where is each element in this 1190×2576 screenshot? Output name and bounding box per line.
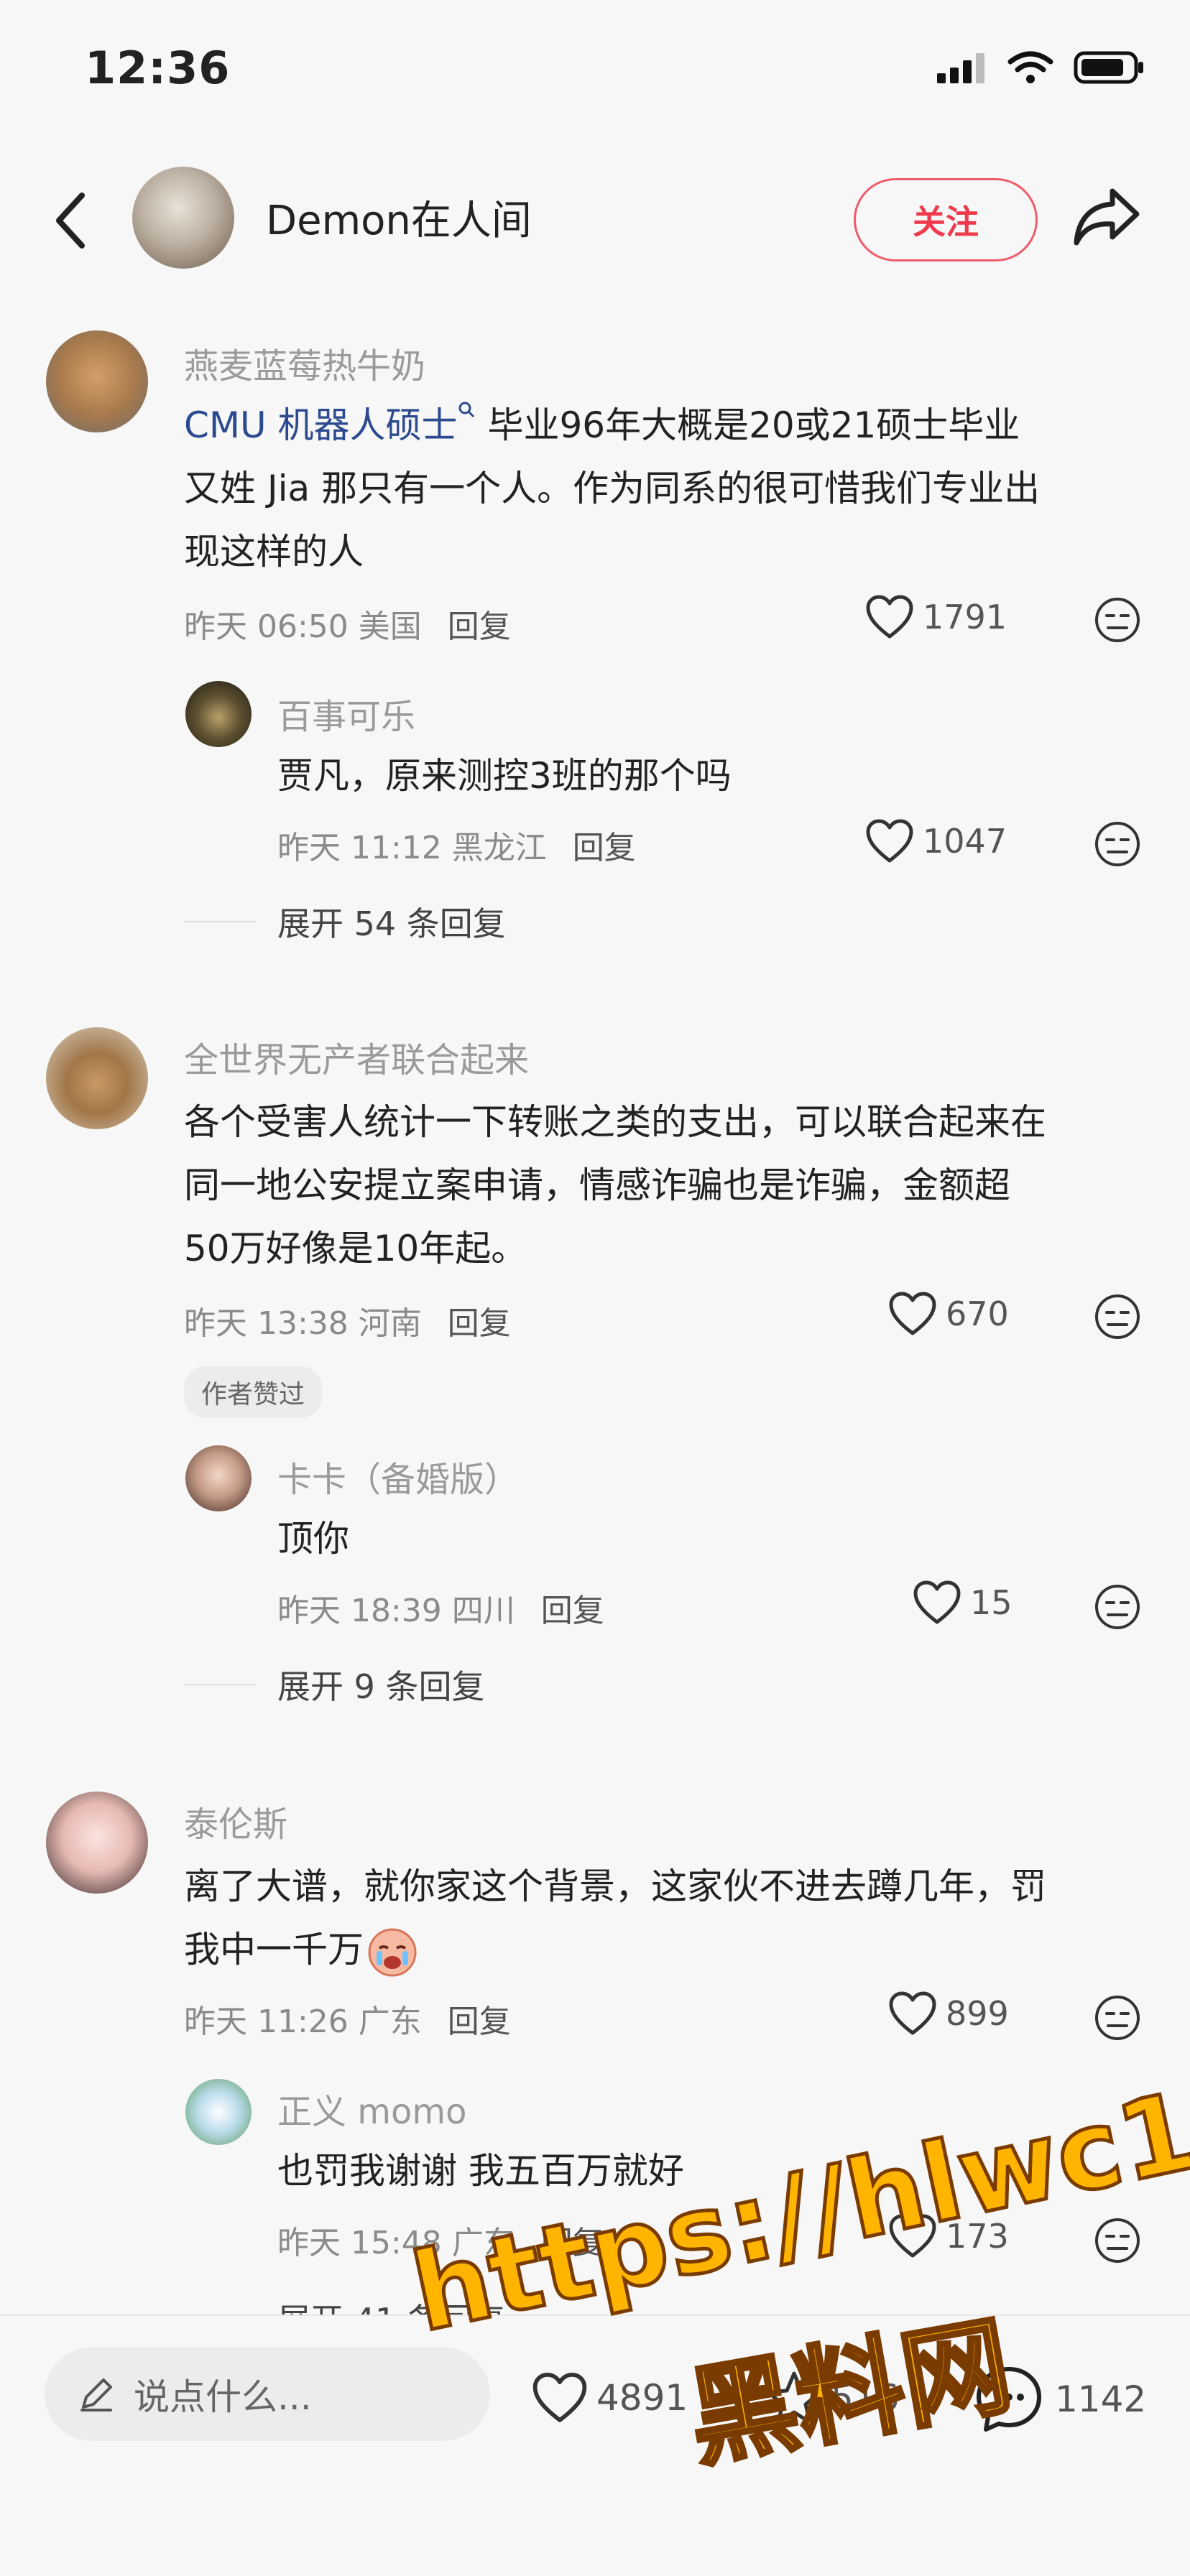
- comment-time: 昨天 06:50 美国: [184, 608, 422, 645]
- wifi-icon: [1007, 51, 1053, 83]
- comment-meta: 昨天 11:26 广东 回复: [184, 1996, 511, 2042]
- comment-time: 昨天 11:26 广东: [184, 2003, 422, 2040]
- comment-text-line: 我中一千万: [184, 1918, 418, 1981]
- like-count: 670: [946, 1294, 1009, 1333]
- comment-input-placeholder: 说点什么...: [134, 2376, 312, 2418]
- status-time: 12:36: [85, 42, 231, 94]
- commenter-name[interactable]: 泰伦斯: [184, 1796, 287, 1846]
- like-count: 15: [970, 1583, 1013, 1622]
- like-count: 1791: [923, 598, 1007, 636]
- heart-icon: [532, 2373, 587, 2422]
- like-button[interactable]: 899: [888, 1991, 1009, 2036]
- crying-emoji-icon: [368, 1928, 417, 1976]
- commenter-avatar[interactable]: [46, 1027, 148, 1129]
- divider-line: [184, 921, 256, 922]
- comment-text-line: 现这样的人: [184, 531, 364, 573]
- dislike-face-icon[interactable]: [1094, 1293, 1141, 1340]
- commenter-name[interactable]: 燕麦蓝莓热牛奶: [184, 338, 425, 388]
- dislike-face-icon[interactable]: [1094, 1994, 1141, 2042]
- comment-meta: 昨天 13:38 河南 回复: [184, 1297, 511, 1343]
- reply-text: 顶你: [277, 1518, 349, 1560]
- post-like-button[interactable]: 4891: [532, 2372, 688, 2424]
- author-name[interactable]: Demon在人间: [266, 188, 532, 246]
- like-button[interactable]: 670: [888, 1292, 1009, 1336]
- heart-icon: [913, 1580, 961, 1624]
- follow-button[interactable]: 关注: [854, 178, 1038, 261]
- dislike-face-icon[interactable]: [1094, 596, 1141, 644]
- heart-icon: [866, 595, 913, 639]
- commenter-avatar[interactable]: [46, 330, 148, 432]
- heart-icon: [889, 1991, 936, 2035]
- comment-text-part: 我中一千万: [184, 1929, 364, 1970]
- comment-link[interactable]: CMU 机器人硕士: [184, 404, 458, 446]
- reply-button[interactable]: 回复: [573, 830, 636, 866]
- search-icon: [458, 402, 474, 418]
- dislike-face-icon[interactable]: [1094, 820, 1141, 868]
- share-icon[interactable]: [1071, 181, 1143, 253]
- comment-text-line: 同一地公安提立案申请，情感诈骗也是诈骗，金额超: [184, 1164, 1010, 1206]
- commenter-name[interactable]: 全世界无产者联合起来: [184, 1032, 529, 1082]
- reply-meta: 昨天 18:39 四川 回复: [277, 1585, 604, 1631]
- reply-text: 贾凡，原来测控3班的那个吗: [277, 755, 732, 797]
- reply-avatar[interactable]: [185, 2079, 252, 2145]
- reply-avatar[interactable]: [185, 681, 252, 747]
- post-comment-count: 1142: [1055, 2378, 1147, 2420]
- like-count: 1047: [923, 822, 1007, 861]
- like-button[interactable]: 1047: [865, 819, 1007, 863]
- reply-time: 昨天 18:39 四川: [277, 1593, 515, 1629]
- comment-text-line: 各个受害人统计一下转账之类的支出，可以联合起来在: [184, 1101, 1046, 1143]
- back-icon[interactable]: [46, 188, 96, 253]
- comment-time: 昨天 13:38 河南: [184, 1305, 422, 1342]
- dislike-face-icon[interactable]: [1094, 2217, 1141, 2264]
- heart-icon: [889, 1292, 936, 1335]
- reply-name[interactable]: 卡卡（备婚版）: [277, 1451, 519, 1501]
- reply-avatar[interactable]: [185, 1445, 252, 1511]
- reply-button[interactable]: 回复: [448, 1305, 511, 1342]
- author-avatar[interactable]: [132, 167, 234, 269]
- pencil-icon: [80, 2378, 112, 2411]
- commenter-avatar[interactable]: [46, 1792, 148, 1894]
- reply-time: 昨天 11:12 黑龙江: [277, 830, 547, 866]
- post-like-count: 4891: [596, 2377, 688, 2419]
- comment-meta: 昨天 06:50 美国 回复: [184, 601, 511, 647]
- expand-replies[interactable]: 展开 54 条回复: [184, 898, 506, 945]
- author-liked-badge: 作者赞过: [184, 1366, 323, 1418]
- like-button[interactable]: 1791: [865, 595, 1007, 639]
- like-count: 899: [946, 1994, 1009, 2033]
- expand-label: 展开 54 条回复: [277, 904, 506, 943]
- comment-text-line: 离了大谱，就你家这个背景，这家伙不进去蹲几年，罚: [184, 1866, 1046, 1907]
- reply-name[interactable]: 百事可乐: [277, 688, 415, 738]
- comment-text: CMU 机器人硕士 毕业96年大概是20或21硕士毕业: [184, 394, 1020, 457]
- expand-label: 展开 9 条回复: [277, 1667, 485, 1706]
- reply-button[interactable]: 回复: [448, 2003, 511, 2040]
- reply-name[interactable]: 正义 momo: [277, 2083, 467, 2133]
- comment-text-line: 50万好像是10年起。: [184, 1228, 527, 1269]
- expand-replies[interactable]: 展开 9 条回复: [184, 1661, 485, 1708]
- divider-line: [184, 1684, 256, 1685]
- reply-meta: 昨天 11:12 黑龙江 回复: [277, 822, 636, 868]
- comment-input[interactable]: 说点什么...: [45, 2348, 490, 2441]
- signal-icon: [937, 53, 984, 83]
- comment-text-line: 又姓 Jia 那只有一个人。作为同系的很可惜我们专业出: [184, 468, 1041, 509]
- dislike-face-icon[interactable]: [1094, 1583, 1141, 1631]
- heart-icon: [866, 819, 913, 863]
- battery-icon: [1074, 51, 1143, 84]
- reply-button[interactable]: 回复: [541, 1593, 604, 1629]
- comment-text-part: 毕业96年大概是20或21硕士毕业: [476, 404, 1020, 446]
- like-button[interactable]: 15: [913, 1580, 1013, 1625]
- reply-button[interactable]: 回复: [448, 608, 511, 645]
- status-icons: [936, 50, 1145, 85]
